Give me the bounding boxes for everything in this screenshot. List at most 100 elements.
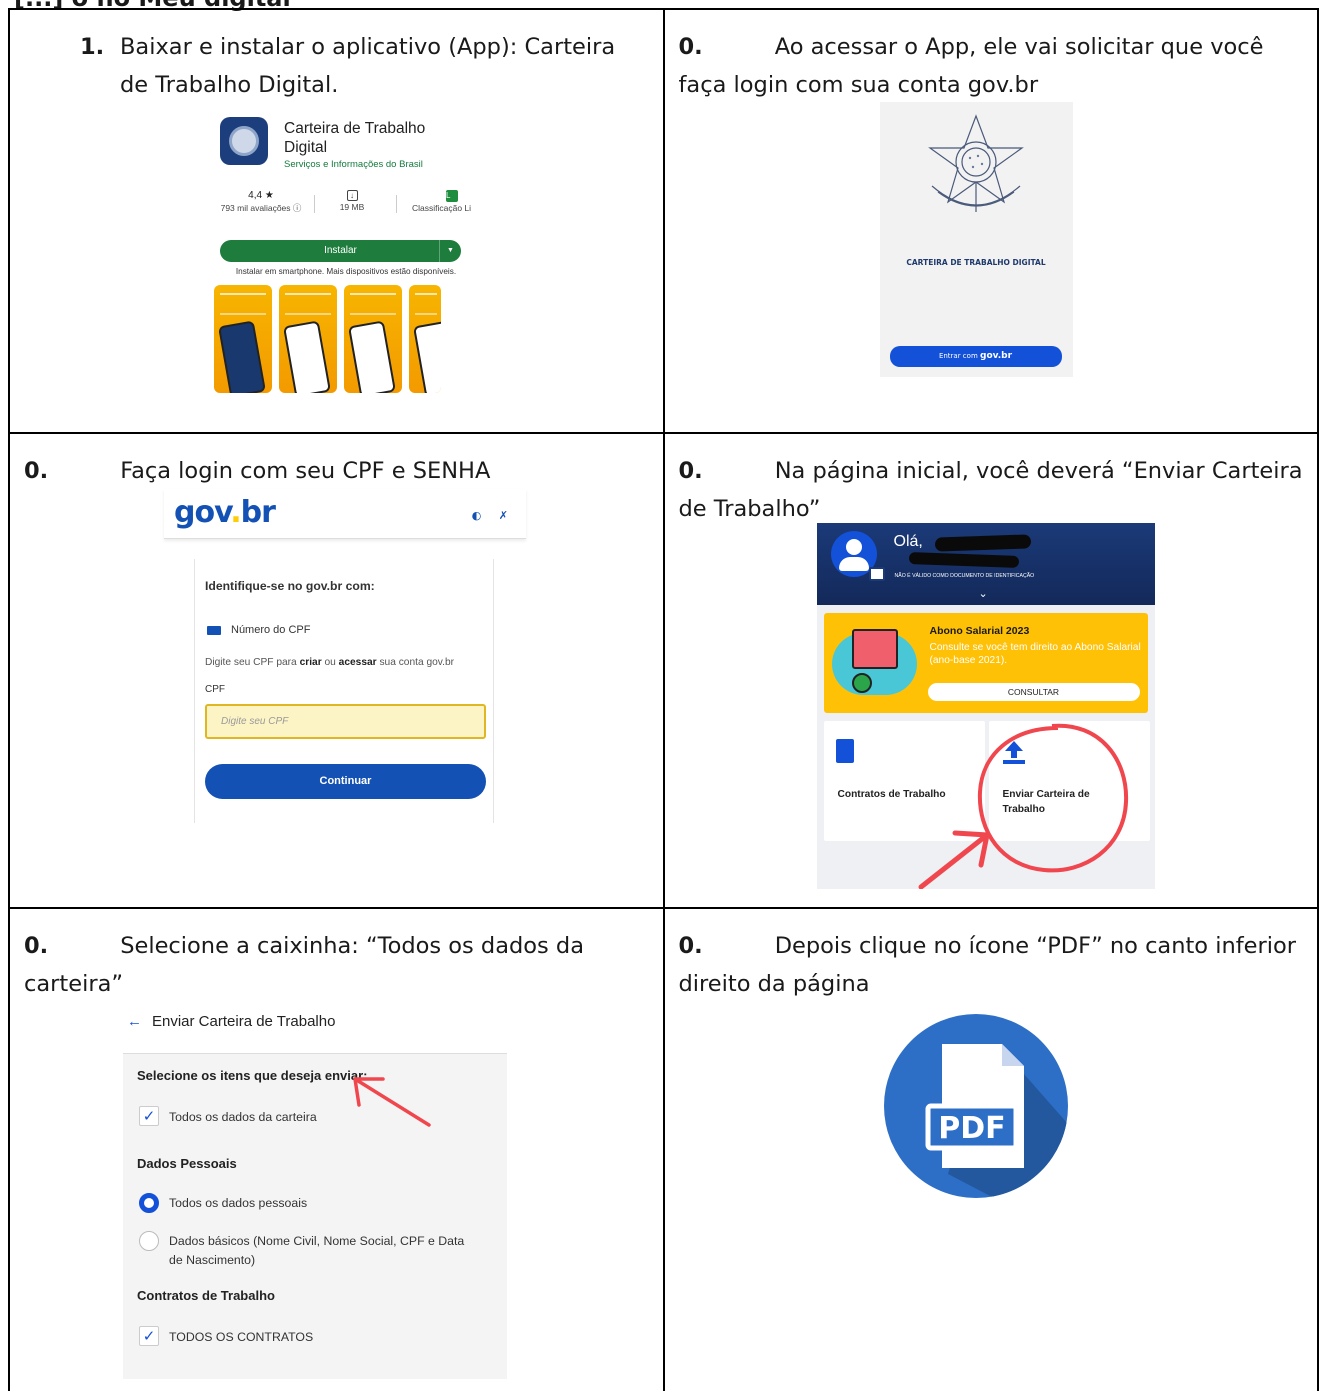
step-cell-6: 0. Depois clique no ícone “PDF” no canto … [662, 907, 1319, 1391]
screenshot-carousel[interactable] [214, 285, 476, 393]
screenshot-thumb[interactable] [344, 285, 402, 393]
app-store-listing: Carteira de Trabalho Digital Serviços e … [214, 113, 476, 393]
abono-illustration [831, 625, 917, 697]
splash-title: CARTEIRA DE TRABALHO DIGITAL [906, 258, 1046, 267]
send-options-panel: Selecione os itens que deseja enviar: ✓ … [123, 1053, 507, 1379]
step-4-text: 0. Na página inicial, você deverá “Enviar… [679, 452, 1304, 528]
step-6-text: 0. Depois clique no ícone “PDF” no canto … [679, 927, 1304, 1003]
abono-title: Abono Salarial 2023 [929, 625, 1030, 637]
cpf-option[interactable]: Número do CPF [207, 624, 310, 636]
clipboard-icon [835, 739, 854, 763]
checkbox-all-contracts[interactable]: ✓ [139, 1326, 159, 1346]
size-stat: ↓ 19 MB [332, 189, 372, 213]
contracts-heading: Contratos de Trabalho [137, 1288, 275, 1303]
step-cell-4: 0. Na página inicial, você deverá “Enviar… [662, 432, 1319, 909]
redaction-mark [908, 552, 1019, 568]
step-number: 0. [678, 933, 703, 959]
install-button[interactable]: Instalar ▼ [220, 240, 461, 262]
step-number: 0. [678, 34, 703, 60]
continue-button[interactable]: Continuar [205, 764, 486, 799]
camera-icon[interactable] [868, 567, 885, 581]
radio-all-personal[interactable] [139, 1193, 159, 1213]
step-instruction: Ao acessar o App, ele vai solicitar que … [678, 34, 1264, 98]
step-3-text: 0. Faça login com seu CPF e SENHA [24, 452, 649, 490]
step-number: 0. [24, 933, 49, 959]
rating-value: 4,4 ★ [248, 190, 274, 201]
cpf-label: CPF [205, 684, 225, 695]
screenshot-thumb[interactable] [279, 285, 337, 393]
consult-button[interactable]: CONSULTAR [927, 683, 1140, 701]
redaction-mark [934, 534, 1031, 552]
classification-stat: L Classificação Li [412, 189, 476, 214]
tile-label: Contratos de Trabalho [837, 789, 946, 800]
contrast-icon[interactable]: ◐ [472, 509, 482, 522]
button-brand: gov.br [980, 351, 1013, 361]
screenshot-thumb[interactable] [409, 285, 441, 393]
pdf-icon[interactable]: PDF [883, 1014, 1068, 1198]
step-1-text: 1. Baixar e instalar o aplicativo (App): … [24, 28, 649, 104]
identify-heading: Identifique-se no gov.br com: [205, 579, 375, 593]
radio-basic-data[interactable] [139, 1231, 159, 1251]
app-size: 19 MB [339, 202, 365, 212]
step-cell-3: 0. Faça login com seu CPF e SENHA gov.br … [8, 432, 665, 909]
govbr-topbar: gov.br ◐ ✗ [164, 489, 526, 539]
avatar[interactable] [830, 531, 885, 581]
topbar-icons: ◐ ✗ [472, 509, 508, 522]
download-icon: ↓ [346, 190, 358, 201]
govbr-login-screen: gov.br ◐ ✗ Identifique-se no gov.br com:… [164, 489, 526, 827]
step-number: 0. [678, 458, 703, 484]
id-card-icon [207, 625, 221, 635]
pdf-label: PDF [938, 1111, 1005, 1146]
not-valid-notice: NÃO É VÁLIDO COMO DOCUMENTO DE IDENTIFIC… [894, 573, 1035, 579]
govbr-logo: gov.br [174, 495, 276, 530]
app-icon[interactable] [220, 117, 268, 165]
steps-table: 1. Baixar e instalar o aplicativo (App): … [8, 8, 1319, 1391]
enviar-carteira-screen: ← Enviar Carteira de Trabalho Selecione o… [115, 1009, 507, 1384]
brazil-coat-of-arms-icon [927, 114, 1024, 212]
app-name: Carteira de Trabalho Digital [284, 120, 426, 156]
step-instruction: Na página inicial, você deverá “Enviar C… [678, 458, 1303, 522]
step-instruction: Faça login com seu CPF e SENHA [120, 458, 491, 484]
cpf-hint: Digite seu CPF para criar ou acessar sua… [205, 657, 455, 668]
accessibility-icon[interactable]: ✗ [499, 509, 508, 522]
button-prefix: Entrar com [938, 352, 978, 360]
all-contracts-label: TODOS OS CONTRATOS [169, 1330, 314, 1344]
screenshot-thumb[interactable] [214, 285, 272, 393]
login-splash-screen: CARTEIRA DE TRABALHO DIGITAL Entrar com … [879, 102, 1073, 377]
step-2-text: 0. Ao acessar o App, ele vai solicitar qu… [679, 28, 1304, 104]
upload-icon [1002, 741, 1025, 764]
checkbox-all-data[interactable]: ✓ [139, 1106, 159, 1126]
rating-stat: 4,4 ★ 793 mil avaliações ⓘ [216, 189, 306, 214]
step-instruction: Baixar e instalar o aplicativo (App): Ca… [120, 34, 616, 98]
tile-contratos[interactable]: Contratos de Trabalho [823, 721, 985, 841]
red-arrow-annotation [353, 1077, 431, 1127]
install-label: Instalar [324, 245, 357, 256]
chevron-down-icon[interactable]: ▼ [439, 240, 461, 262]
step-instruction: Depois clique no ícone “PDF” no canto in… [678, 933, 1297, 997]
home-header: Olá, NÃO É VÁLIDO COMO DOCUMENTO DE IDEN… [816, 523, 1155, 605]
all-personal-label: Todos os dados pessoais [169, 1196, 308, 1210]
rating-l-icon: L [446, 190, 458, 202]
tile-enviar-carteira[interactable]: Enviar Carteira de Trabalho [988, 721, 1150, 841]
basic-data-label: Dados básicos (Nome Civil, Nome Social, … [169, 1234, 465, 1267]
personal-heading: Dados Pessoais [137, 1156, 237, 1171]
greeting: Olá, [893, 533, 923, 550]
tile-label: Enviar Carteira de Trabalho [1002, 789, 1090, 815]
abono-banner: Abono Salarial 2023 Consulte se você tem… [823, 613, 1148, 713]
select-heading: Selecione os itens que deseja enviar: [137, 1068, 368, 1083]
cpf-input[interactable]: Digite seu CPF [205, 704, 486, 739]
app-publisher[interactable]: Serviços e Informações do Brasil [284, 159, 423, 170]
login-card: Identifique-se no gov.br com: Número do … [194, 559, 494, 823]
back-arrow-icon[interactable]: ← [127, 1013, 142, 1030]
install-note: Instalar em smartphone. Mais dispositivo… [235, 267, 457, 276]
all-data-label: Todos os dados da carteira [169, 1110, 317, 1124]
step-instruction: Selecione a caixinha: “Todos os dados da… [24, 933, 584, 997]
step-5-text: 0. Selecione a caixinha: “Todos os dados … [24, 927, 649, 1003]
screen-header: ← Enviar Carteira de Trabalho [127, 1013, 336, 1030]
step-number: 1. [80, 34, 105, 60]
classification: Classificação Li [412, 203, 472, 213]
chevron-down-icon[interactable]: ⌄ [979, 587, 988, 600]
step-cell-2: 0. Ao acessar o App, ele vai solicitar qu… [662, 8, 1319, 434]
step-cell-1: 1. Baixar e instalar o aplicativo (App): … [8, 8, 665, 434]
login-govbr-button[interactable]: Entrar com gov.br [889, 346, 1062, 367]
